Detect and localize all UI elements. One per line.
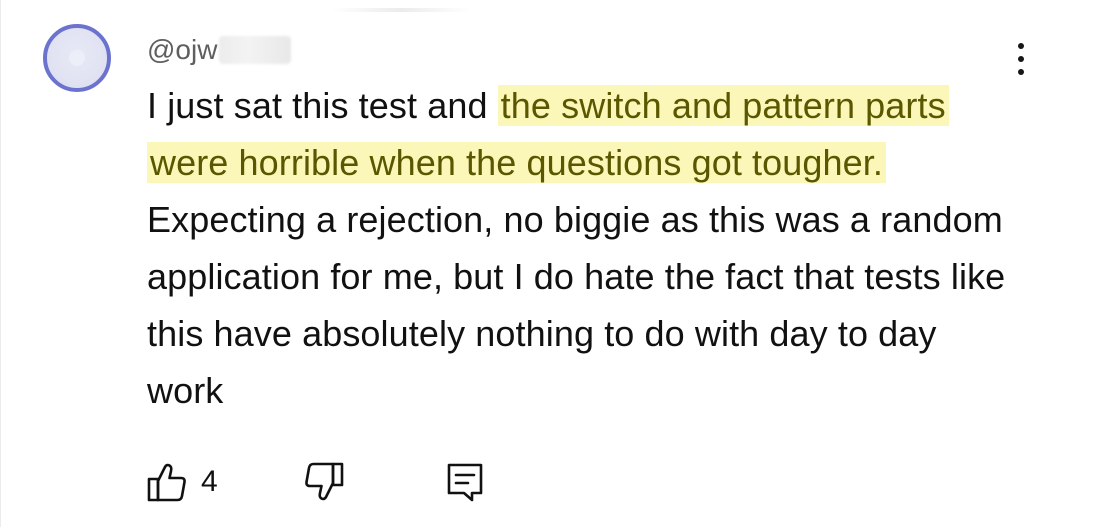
like-count: 4 (201, 465, 218, 498)
comment-actions: 4 (147, 452, 567, 512)
avatar[interactable] (43, 24, 111, 92)
comment-reply-icon (445, 461, 485, 503)
username-redacted (219, 36, 292, 64)
dislike-button[interactable] (304, 452, 344, 512)
more-options-button[interactable] (1006, 38, 1036, 80)
comment-text: I just sat this test and the switch and … (147, 77, 1007, 419)
thumbs-up-icon (147, 461, 187, 503)
username-row: @ojw (147, 30, 292, 70)
comment-text-segment: I just sat this test and (147, 85, 498, 126)
comment-text-segment: Expecting a rejection, no biggie as this… (147, 199, 1006, 411)
like-button[interactable]: 4 (147, 452, 218, 512)
thumbs-down-icon (304, 461, 344, 503)
more-vertical-icon (1018, 43, 1024, 49)
username[interactable]: @ojw (147, 36, 217, 64)
more-vertical-icon-dot (1018, 56, 1024, 62)
more-vertical-icon-dot (1018, 69, 1024, 75)
top-divider-shadow (331, 8, 471, 12)
reply-button[interactable] (445, 452, 485, 512)
comment-card: @ojw I just sat this test and the switch… (0, 0, 1096, 527)
